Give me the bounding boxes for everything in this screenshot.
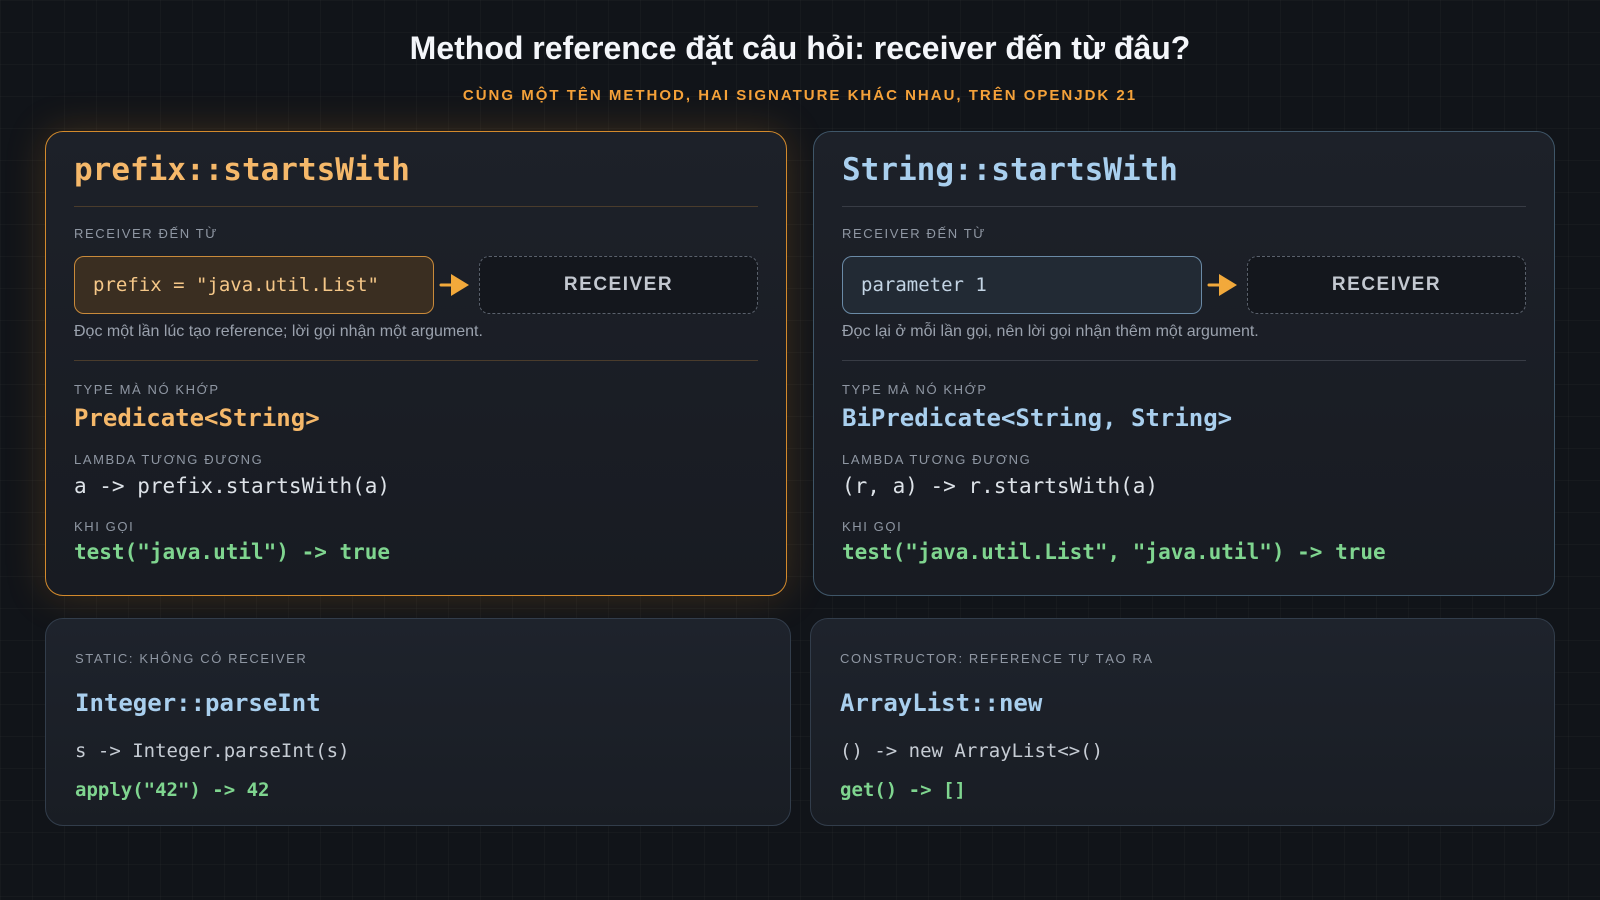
receiver-slot: RECEIVER bbox=[479, 256, 758, 314]
call-label: KHI GỌI bbox=[74, 519, 135, 534]
card-divider bbox=[842, 360, 1526, 361]
receiver-source-label: RECEIVER ĐẾN TỪ bbox=[842, 226, 986, 241]
functional-type: BiPredicate<String, String> bbox=[842, 404, 1233, 432]
constructor-reference-card: CONSTRUCTOR: REFERENCE TỰ TẠO RA ArrayLi… bbox=[810, 618, 1555, 826]
card-method-name: String::startsWith bbox=[842, 152, 1178, 188]
card-divider bbox=[74, 360, 758, 361]
receiver-source-label: RECEIVER ĐẾN TỪ bbox=[74, 226, 218, 241]
receiver-source-box: parameter 1 bbox=[842, 256, 1202, 314]
type-label: TYPE MÀ NÓ KHỚP bbox=[74, 382, 220, 397]
equivalent-lambda: (r, a) -> r.startsWith(a) bbox=[842, 474, 1159, 498]
bound-reference-card: prefix::startsWith RECEIVER ĐẾN TỪ prefi… bbox=[45, 131, 787, 596]
call-example: test("java.util.List", "java.util") -> t… bbox=[842, 540, 1386, 564]
static-method-name: Integer::parseInt bbox=[75, 689, 321, 717]
arrow-right-icon bbox=[439, 274, 469, 296]
page-subtitle: CÙNG MỘT TÊN METHOD, HAI SIGNATURE KHÁC … bbox=[462, 87, 1138, 104]
static-reference-card: STATIC: KHÔNG CÓ RECEIVER Integer::parse… bbox=[45, 618, 791, 826]
static-lambda: s -> Integer.parseInt(s) bbox=[75, 740, 350, 762]
lambda-label: LAMBDA TƯƠNG ĐƯƠNG bbox=[74, 452, 264, 467]
constructor-lambda: () -> new ArrayList<>() bbox=[840, 740, 1104, 762]
card-method-name: prefix::startsWith bbox=[74, 152, 410, 188]
static-label: STATIC: KHÔNG CÓ RECEIVER bbox=[75, 651, 308, 666]
card-divider bbox=[842, 206, 1526, 207]
static-call-example: apply("42") -> 42 bbox=[75, 779, 270, 801]
constructor-method-name: ArrayList::new bbox=[840, 689, 1043, 717]
receiver-source-box: prefix = "java.util.List" bbox=[74, 256, 434, 314]
receiver-slot: RECEIVER bbox=[1247, 256, 1526, 314]
type-label: TYPE MÀ NÓ KHỚP bbox=[842, 382, 988, 397]
arrow-right-icon bbox=[1207, 274, 1237, 296]
call-label: KHI GỌI bbox=[842, 519, 903, 534]
call-example: test("java.util") -> true bbox=[74, 540, 391, 564]
page-title: Method reference đặt câu hỏi: receiver đ… bbox=[409, 30, 1191, 66]
lambda-label: LAMBDA TƯƠNG ĐƯƠNG bbox=[842, 452, 1032, 467]
equivalent-lambda: a -> prefix.startsWith(a) bbox=[74, 474, 391, 498]
constructor-label: CONSTRUCTOR: REFERENCE TỰ TẠO RA bbox=[840, 651, 1154, 666]
functional-type: Predicate<String> bbox=[74, 404, 320, 432]
card-divider bbox=[74, 206, 758, 207]
receiver-note: Đọc lại ở mỗi lần gọi, nên lời gọi nhận … bbox=[842, 323, 1259, 340]
constructor-call-example: get() -> [] bbox=[840, 779, 966, 801]
receiver-note: Đọc một lần lúc tạo reference; lời gọi n… bbox=[74, 323, 483, 340]
unbound-reference-card: String::startsWith RECEIVER ĐẾN TỪ param… bbox=[813, 131, 1555, 596]
